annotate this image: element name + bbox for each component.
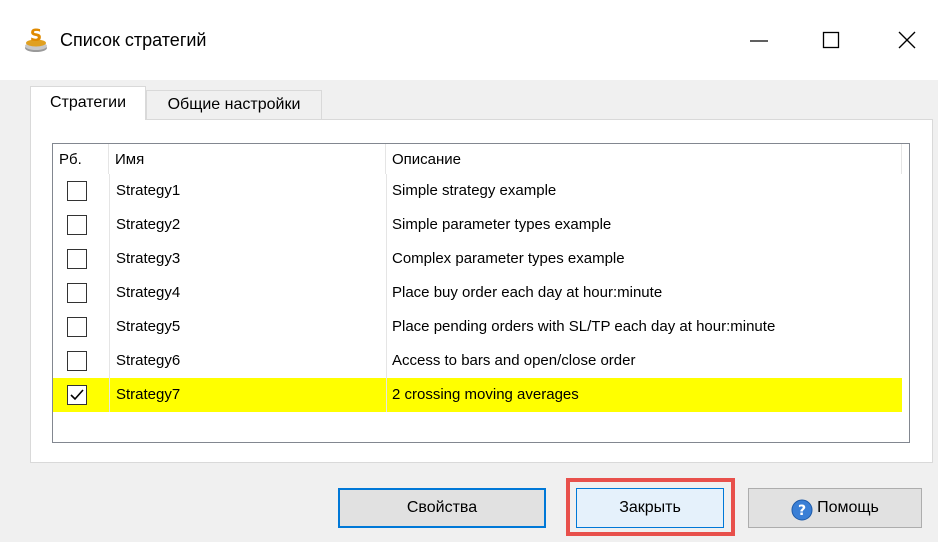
- minimize-icon: [750, 40, 768, 42]
- strategy-name: Strategy2: [109, 208, 386, 242]
- strategy-description: Place buy order each day at hour:minute: [386, 276, 902, 310]
- enabled-checkbox[interactable]: [67, 215, 87, 235]
- strategy-list[interactable]: Рб. Имя Описание Strategy1 Simple strate…: [52, 143, 910, 443]
- strategy-description: Complex parameter types example: [386, 242, 902, 276]
- enabled-checkbox[interactable]: [67, 181, 87, 201]
- svg-text:?: ?: [798, 503, 806, 519]
- table-row[interactable]: Strategy2 Simple parameter types example: [53, 208, 902, 242]
- strategy-name: Strategy7: [109, 378, 386, 412]
- strategy-list-window: S Список стратегий Стратегии Общие настр…: [0, 0, 938, 542]
- close-icon: [898, 31, 916, 49]
- strategy-description: Simple parameter types example: [386, 208, 902, 242]
- enabled-checkbox[interactable]: [67, 283, 87, 303]
- table-row[interactable]: Strategy3 Complex parameter types exampl…: [53, 242, 902, 276]
- strategy-name: Strategy6: [109, 344, 386, 378]
- enabled-checkbox[interactable]: [67, 249, 87, 269]
- window-title: Список стратегий: [60, 30, 207, 50]
- strategy-name: Strategy3: [109, 242, 386, 276]
- table-row[interactable]: Strategy5 Place pending orders with SL/T…: [53, 310, 902, 344]
- table-row[interactable]: Strategy6 Access to bars and open/close …: [53, 344, 902, 378]
- tab-strategies[interactable]: Стратегии: [30, 86, 146, 120]
- maximize-button[interactable]: [808, 18, 854, 62]
- minimize-button[interactable]: [736, 18, 782, 62]
- enabled-checkbox[interactable]: [67, 351, 87, 371]
- coins-money-icon: S: [22, 26, 50, 54]
- checkmark-icon: [70, 389, 84, 401]
- column-header-description[interactable]: Описание: [386, 144, 902, 174]
- table-row-selected[interactable]: Strategy7 2 crossing moving averages: [53, 378, 902, 412]
- strategy-description: Place pending orders with SL/TP each day…: [386, 310, 902, 344]
- table-row[interactable]: Strategy1 Simple strategy example: [53, 174, 902, 208]
- table-row[interactable]: Strategy4 Place buy order each day at ho…: [53, 276, 902, 310]
- tab-general-settings[interactable]: Общие настройки: [146, 90, 322, 120]
- strategy-description: Access to bars and open/close order: [386, 344, 902, 378]
- list-header: Рб. Имя Описание: [53, 144, 909, 174]
- properties-button[interactable]: Свойства: [338, 488, 546, 528]
- help-button-label: Помощь: [817, 499, 879, 516]
- strategy-description: 2 crossing moving averages: [386, 378, 902, 412]
- close-window-button[interactable]: [884, 18, 930, 62]
- title-bar[interactable]: S Список стратегий: [0, 0, 938, 80]
- help-button[interactable]: ? Помощь: [748, 488, 922, 528]
- maximize-icon: [822, 31, 840, 49]
- strategy-description: Simple strategy example: [386, 174, 902, 208]
- enabled-checkbox-checked[interactable]: [67, 385, 87, 405]
- strategy-name: Strategy5: [109, 310, 386, 344]
- enabled-checkbox[interactable]: [67, 317, 87, 337]
- strategy-name: Strategy4: [109, 276, 386, 310]
- svg-text:S: S: [30, 26, 42, 46]
- strategy-name: Strategy1: [109, 174, 386, 208]
- column-header-name[interactable]: Имя: [109, 144, 386, 174]
- column-header-enabled[interactable]: Рб.: [53, 144, 109, 174]
- help-icon: ?: [791, 498, 813, 521]
- close-button[interactable]: Закрыть: [576, 488, 724, 528]
